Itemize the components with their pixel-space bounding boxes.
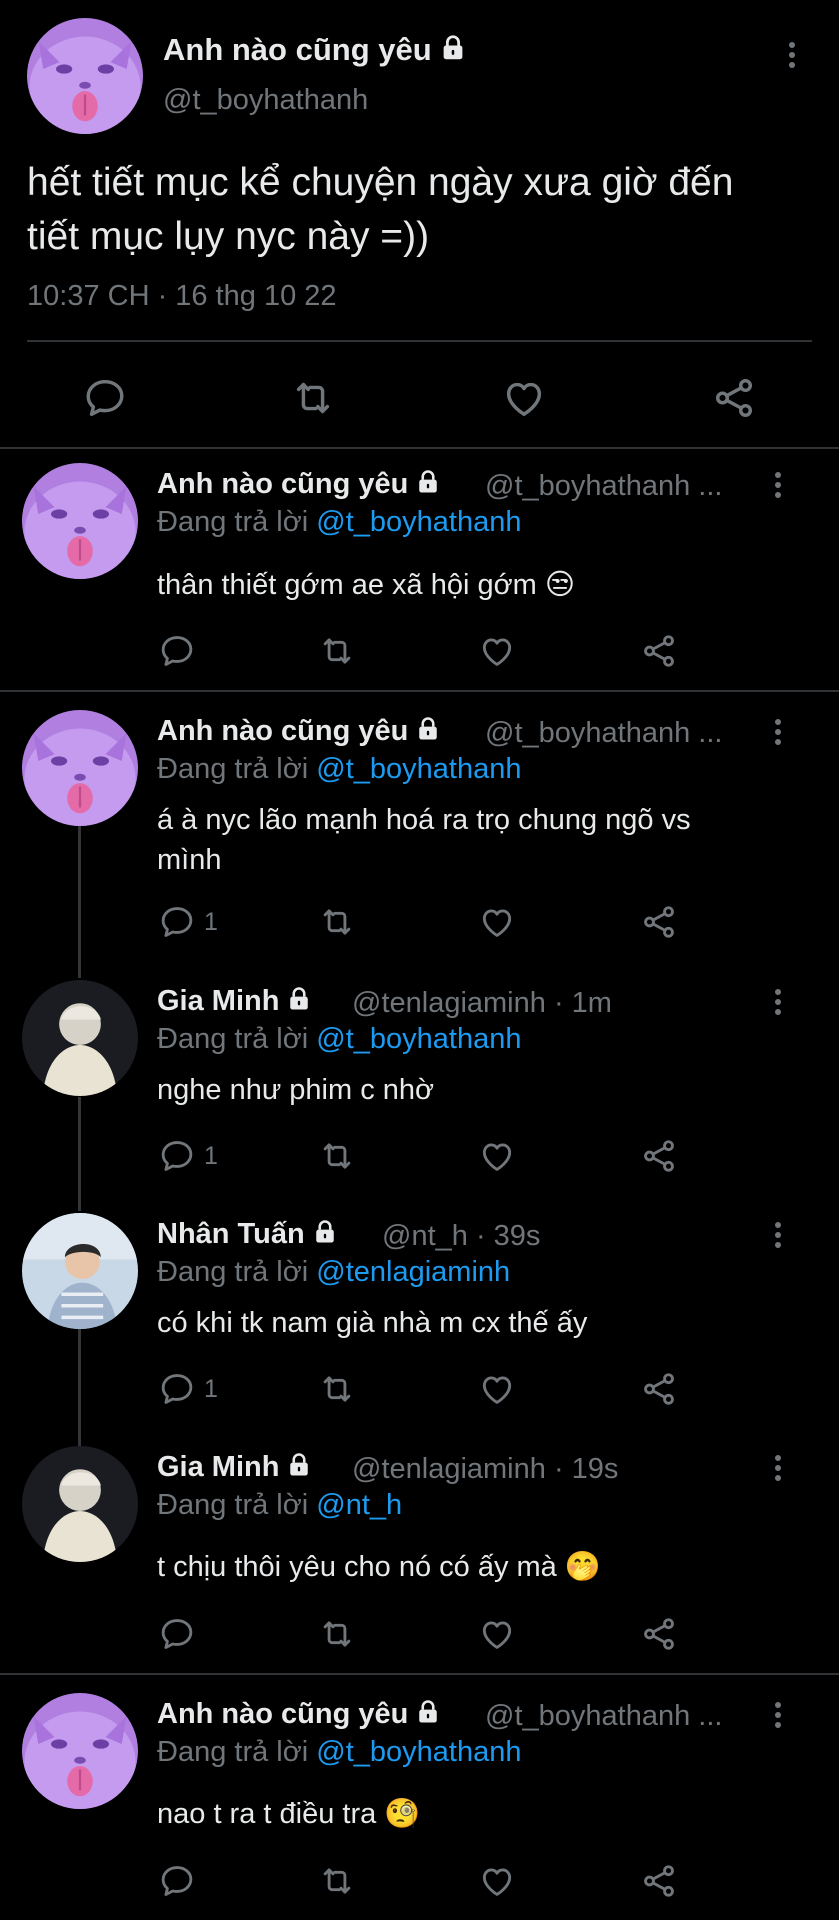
reply-author-handle[interactable]: @nt_h · 39s xyxy=(382,1220,540,1253)
like-icon[interactable] xyxy=(478,1370,516,1413)
thread-line xyxy=(78,1329,81,1447)
replying-to-link[interactable]: @nt_h xyxy=(316,1489,402,1521)
replying-to-link[interactable]: @t_boyhathanh xyxy=(316,1023,521,1055)
divider xyxy=(0,690,839,692)
thread-line xyxy=(78,1097,81,1211)
reply-icon[interactable] xyxy=(158,1615,196,1658)
share-icon[interactable] xyxy=(640,1137,678,1180)
reply-author-name[interactable]: Anh nào cũng yêu xyxy=(157,1698,442,1731)
like-icon[interactable] xyxy=(478,632,516,675)
reply-icon[interactable] xyxy=(158,1862,196,1905)
lock-icon xyxy=(311,1218,339,1246)
replying-to: Đang trả lời @t_boyhathanh xyxy=(157,753,522,785)
lock-icon xyxy=(438,33,468,63)
more-icon[interactable] xyxy=(772,719,784,749)
more-icon[interactable] xyxy=(772,1455,784,1485)
lock-icon xyxy=(285,985,313,1013)
replying-to: Đang trả lời @t_boyhathanh xyxy=(157,1736,522,1768)
reply-author-handle[interactable]: @tenlagiaminh · 1m xyxy=(352,987,612,1020)
retweet-icon[interactable] xyxy=(318,903,356,946)
reply-avatar[interactable] xyxy=(22,980,138,1096)
main-author-handle[interactable]: @t_boyhathanh xyxy=(163,84,368,117)
replying-to-link[interactable]: @t_boyhathanh xyxy=(316,753,521,785)
reply-author-handle[interactable]: @t_boyhathanh ... xyxy=(485,1700,722,1733)
replying-to-link[interactable]: @t_boyhathanh xyxy=(316,1736,521,1768)
reply-text: t chịu thôi yêu cho nó có ấy mà 🤭 xyxy=(157,1551,601,1583)
reply-author-handle[interactable]: @t_boyhathanh ... xyxy=(485,717,722,750)
reply-avatar[interactable] xyxy=(22,1693,138,1809)
main-author-name[interactable]: Anh nào cũng yêu xyxy=(163,32,468,68)
reply-avatar[interactable] xyxy=(22,463,138,579)
reply-author-name[interactable]: Nhân Tuấn xyxy=(157,1218,339,1251)
reply-text: á à nyc lão mạnh hoá ra trọ chung ngõ vs… xyxy=(157,804,691,876)
share-icon[interactable] xyxy=(640,1615,678,1658)
lock-icon xyxy=(285,1451,313,1479)
replying-to: Đang trả lời @nt_h xyxy=(157,1489,403,1521)
replying-to-link[interactable]: @tenlagiaminh xyxy=(316,1256,510,1288)
replying-to: Đang trả lời @t_boyhathanh xyxy=(157,506,522,538)
reply-icon[interactable] xyxy=(82,375,128,426)
lock-icon xyxy=(414,715,442,743)
more-icon[interactable] xyxy=(786,42,798,72)
retweet-icon[interactable] xyxy=(318,1862,356,1905)
reply-avatar[interactable] xyxy=(22,1446,138,1562)
like-icon[interactable] xyxy=(478,1137,516,1180)
share-icon[interactable] xyxy=(640,632,678,675)
main-timestamp[interactable]: 10:37 CH · 16 thg 10 22 xyxy=(27,280,337,313)
retweet-icon[interactable] xyxy=(318,1137,356,1180)
reply-avatar[interactable] xyxy=(22,710,138,826)
reply-icon[interactable] xyxy=(158,903,196,946)
timestamp-divider xyxy=(27,340,812,342)
retweet-icon[interactable] xyxy=(318,1370,356,1413)
main-author-avatar[interactable] xyxy=(27,18,143,134)
reply-count: 1 xyxy=(204,908,218,936)
reply-text: nghe như phim c nhờ xyxy=(157,1074,435,1106)
divider xyxy=(0,1673,839,1675)
reply-icon[interactable] xyxy=(158,632,196,675)
share-icon[interactable] xyxy=(640,903,678,946)
reply-text: thân thiết gớm ae xã hội gớm 😒 xyxy=(157,569,576,601)
reply-author-name[interactable]: Gia Minh xyxy=(157,985,313,1018)
more-icon[interactable] xyxy=(772,989,784,1019)
reply-author-handle[interactable]: @tenlagiaminh · 19s xyxy=(352,1453,618,1486)
like-icon[interactable] xyxy=(501,375,547,426)
lock-icon xyxy=(414,468,442,496)
share-icon[interactable] xyxy=(711,375,757,426)
like-icon[interactable] xyxy=(478,903,516,946)
reply-author-name[interactable]: Anh nào cũng yêu xyxy=(157,715,442,748)
share-icon[interactable] xyxy=(640,1862,678,1905)
retweet-icon[interactable] xyxy=(318,1615,356,1658)
reply-count: 1 xyxy=(204,1375,218,1403)
lock-icon xyxy=(414,1698,442,1726)
divider xyxy=(0,447,839,449)
reply-icon[interactable] xyxy=(158,1370,196,1413)
replying-to-link[interactable]: @t_boyhathanh xyxy=(316,506,521,538)
replying-to: Đang trả lời @tenlagiaminh xyxy=(157,1256,511,1288)
retweet-icon[interactable] xyxy=(318,632,356,675)
share-icon[interactable] xyxy=(640,1370,678,1413)
reply-count: 1 xyxy=(204,1142,218,1170)
like-icon[interactable] xyxy=(478,1615,516,1658)
reply-avatar[interactable] xyxy=(22,1213,138,1329)
replying-to: Đang trả lời @t_boyhathanh xyxy=(157,1023,522,1055)
thread-line xyxy=(78,826,81,978)
reply-text: nao t ra t điều tra 🧐 xyxy=(157,1798,421,1830)
like-icon[interactable] xyxy=(478,1862,516,1905)
reply-author-name[interactable]: Gia Minh xyxy=(157,1451,313,1484)
reply-text: có khi tk nam già nhà m cx thế ấy xyxy=(157,1307,588,1339)
reply-icon[interactable] xyxy=(158,1137,196,1180)
more-icon[interactable] xyxy=(772,1702,784,1732)
main-tweet-text: hết tiết mục kể chuyện ngày xưa giờ đến … xyxy=(27,161,734,258)
more-icon[interactable] xyxy=(772,1222,784,1252)
reply-author-handle[interactable]: @t_boyhathanh ... xyxy=(485,470,722,503)
retweet-icon[interactable] xyxy=(290,375,336,426)
more-icon[interactable] xyxy=(772,472,784,502)
reply-author-name[interactable]: Anh nào cũng yêu xyxy=(157,468,442,501)
